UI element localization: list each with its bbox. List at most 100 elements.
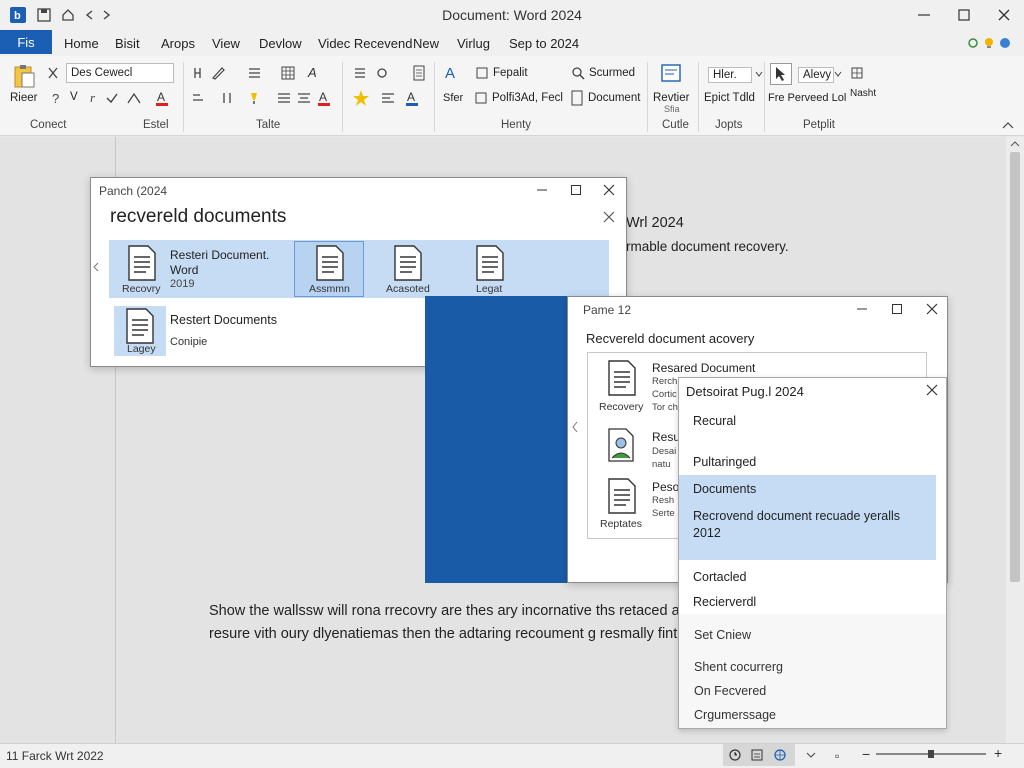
alevy-box[interactable]: Alevy — [798, 67, 834, 83]
scurmed-button[interactable]: Scurmed — [589, 67, 635, 79]
file-title[interactable]: Peso — [652, 480, 679, 494]
check-icon[interactable] — [105, 91, 119, 105]
document-icon[interactable] — [126, 245, 158, 281]
read-mode-icon[interactable] — [728, 748, 742, 762]
minimize-icon[interactable] — [532, 181, 552, 199]
revtier-button[interactable]: Revtier — [653, 92, 689, 104]
nasht-button[interactable]: Nasht — [850, 88, 876, 99]
align-icon[interactable] — [276, 91, 292, 105]
lightbulb-icon[interactable] — [983, 37, 995, 49]
tab-home[interactable]: Home — [64, 36, 99, 51]
text-style-icon[interactable]: A — [306, 65, 322, 81]
tab-sep-2024[interactable]: Sep to 2024 — [509, 36, 579, 51]
file-title[interactable]: Resu — [652, 430, 680, 444]
font-color-icon[interactable]: A — [154, 90, 170, 106]
tab-video-recovered[interactable]: Videc Recevend — [318, 36, 412, 51]
zoom-slider-thumb[interactable] — [928, 750, 934, 758]
subscript-icon[interactable] — [190, 91, 206, 105]
italic-icon[interactable]: r — [88, 90, 100, 104]
tab-insert[interactable]: Bisit — [115, 36, 140, 51]
collapse-ribbon-icon[interactable] — [1002, 120, 1014, 130]
chevron-down-icon[interactable] — [834, 70, 842, 78]
chevron-down-icon[interactable] — [755, 70, 763, 78]
bullets-icon[interactable] — [246, 65, 262, 81]
tab-virlug[interactable]: Virlug — [457, 36, 490, 51]
font-color-blue-icon[interactable]: A — [404, 90, 420, 106]
text-icon[interactable]: A — [444, 64, 462, 82]
document-icon[interactable] — [474, 245, 506, 281]
tab-developer[interactable]: Devlow — [259, 36, 302, 51]
account-icon[interactable] — [999, 37, 1011, 49]
file-title[interactable]: Restert Documents — [170, 313, 277, 327]
document-small-icon[interactable] — [570, 90, 584, 106]
share-icon[interactable] — [967, 37, 979, 49]
document-button[interactable]: Document — [588, 92, 640, 104]
bold-button[interactable]: V — [70, 91, 78, 103]
document-icon[interactable] — [606, 360, 638, 396]
chevron-left-icon[interactable] — [92, 262, 100, 272]
superscript-icon[interactable] — [222, 91, 234, 105]
review-icon[interactable] — [660, 63, 682, 85]
search-icon[interactable] — [570, 65, 586, 81]
popup-item[interactable]: Pultaringed — [693, 455, 756, 469]
popup-item[interactable]: Recural — [693, 414, 736, 428]
popup-item[interactable]: Set Cniew — [694, 628, 751, 642]
maximize-icon[interactable] — [954, 6, 974, 24]
zoom-out-button[interactable]: − — [862, 746, 870, 762]
zoom-in-button[interactable]: + — [994, 745, 1002, 761]
star-icon[interactable] — [352, 89, 370, 107]
paste-icon[interactable] — [12, 63, 38, 89]
chevron-left-icon[interactable] — [571, 421, 579, 433]
hler-box[interactable]: Hler. — [708, 67, 752, 83]
format-painter-icon[interactable] — [192, 65, 208, 81]
find-icon[interactable] — [475, 66, 489, 80]
list-icon[interactable] — [352, 65, 368, 81]
tab-file[interactable]: Fis — [0, 30, 52, 54]
focus-icon[interactable]: ▫ — [835, 749, 839, 763]
paste-label[interactable]: Rieer — [10, 92, 37, 104]
maximize-icon[interactable] — [566, 181, 586, 199]
font-color-red-icon[interactable]: A — [316, 90, 332, 106]
fre-perveed-button[interactable]: Fre Perveed Lol — [768, 92, 846, 104]
cut-icon[interactable] — [46, 66, 60, 80]
minimize-icon[interactable] — [852, 300, 872, 318]
justify-icon[interactable] — [296, 91, 312, 105]
maximize-icon[interactable] — [887, 300, 907, 318]
close-icon[interactable] — [922, 381, 942, 399]
close-icon[interactable] — [922, 300, 942, 318]
fepalit-button[interactable]: Fepalit — [493, 67, 528, 79]
table-icon[interactable] — [280, 65, 296, 81]
scroll-up-icon[interactable] — [1009, 140, 1021, 148]
print-layout-icon[interactable] — [750, 748, 764, 762]
page-icon[interactable] — [412, 65, 426, 81]
question-icon[interactable]: ? — [50, 91, 62, 105]
web-layout-icon[interactable] — [773, 748, 787, 762]
cursor-icon[interactable] — [770, 63, 792, 85]
font-name-box[interactable]: Des Cewecl — [66, 63, 174, 83]
tab-view[interactable]: View — [212, 36, 240, 51]
file-title[interactable]: Resared Document — [652, 361, 755, 375]
document-icon[interactable] — [392, 245, 424, 281]
polfi-button[interactable]: Polfi3Ad, Fecl — [492, 92, 563, 104]
strike-icon[interactable] — [126, 91, 142, 105]
popup-item[interactable]: Recierverdl — [693, 595, 756, 609]
chevron-down-icon[interactable] — [806, 751, 816, 759]
popup-item[interactable]: On Fecvered — [694, 684, 766, 698]
close-icon[interactable] — [599, 181, 619, 199]
tab-draw[interactable]: Arops — [161, 36, 195, 51]
align-left-icon[interactable] — [380, 91, 396, 105]
document-icon[interactable] — [606, 478, 638, 514]
scrollbar-thumb[interactable] — [1010, 152, 1020, 582]
popup-item[interactable]: Crgumerssage — [694, 708, 776, 722]
popup-item[interactable]: Cortacled — [693, 570, 747, 584]
spell-button[interactable]: Sfer — [443, 92, 463, 104]
epict-button[interactable]: Epict Tdld — [704, 92, 755, 104]
popup-item[interactable]: Shent cocurrerg — [694, 660, 783, 674]
grid-icon[interactable] — [850, 66, 864, 80]
tab-new[interactable]: New — [413, 36, 439, 51]
user-document-icon[interactable] — [606, 428, 636, 462]
close-icon[interactable] — [599, 208, 619, 226]
replace-icon[interactable] — [474, 91, 488, 105]
close-icon[interactable] — [994, 6, 1014, 24]
pen-icon[interactable] — [210, 65, 226, 81]
